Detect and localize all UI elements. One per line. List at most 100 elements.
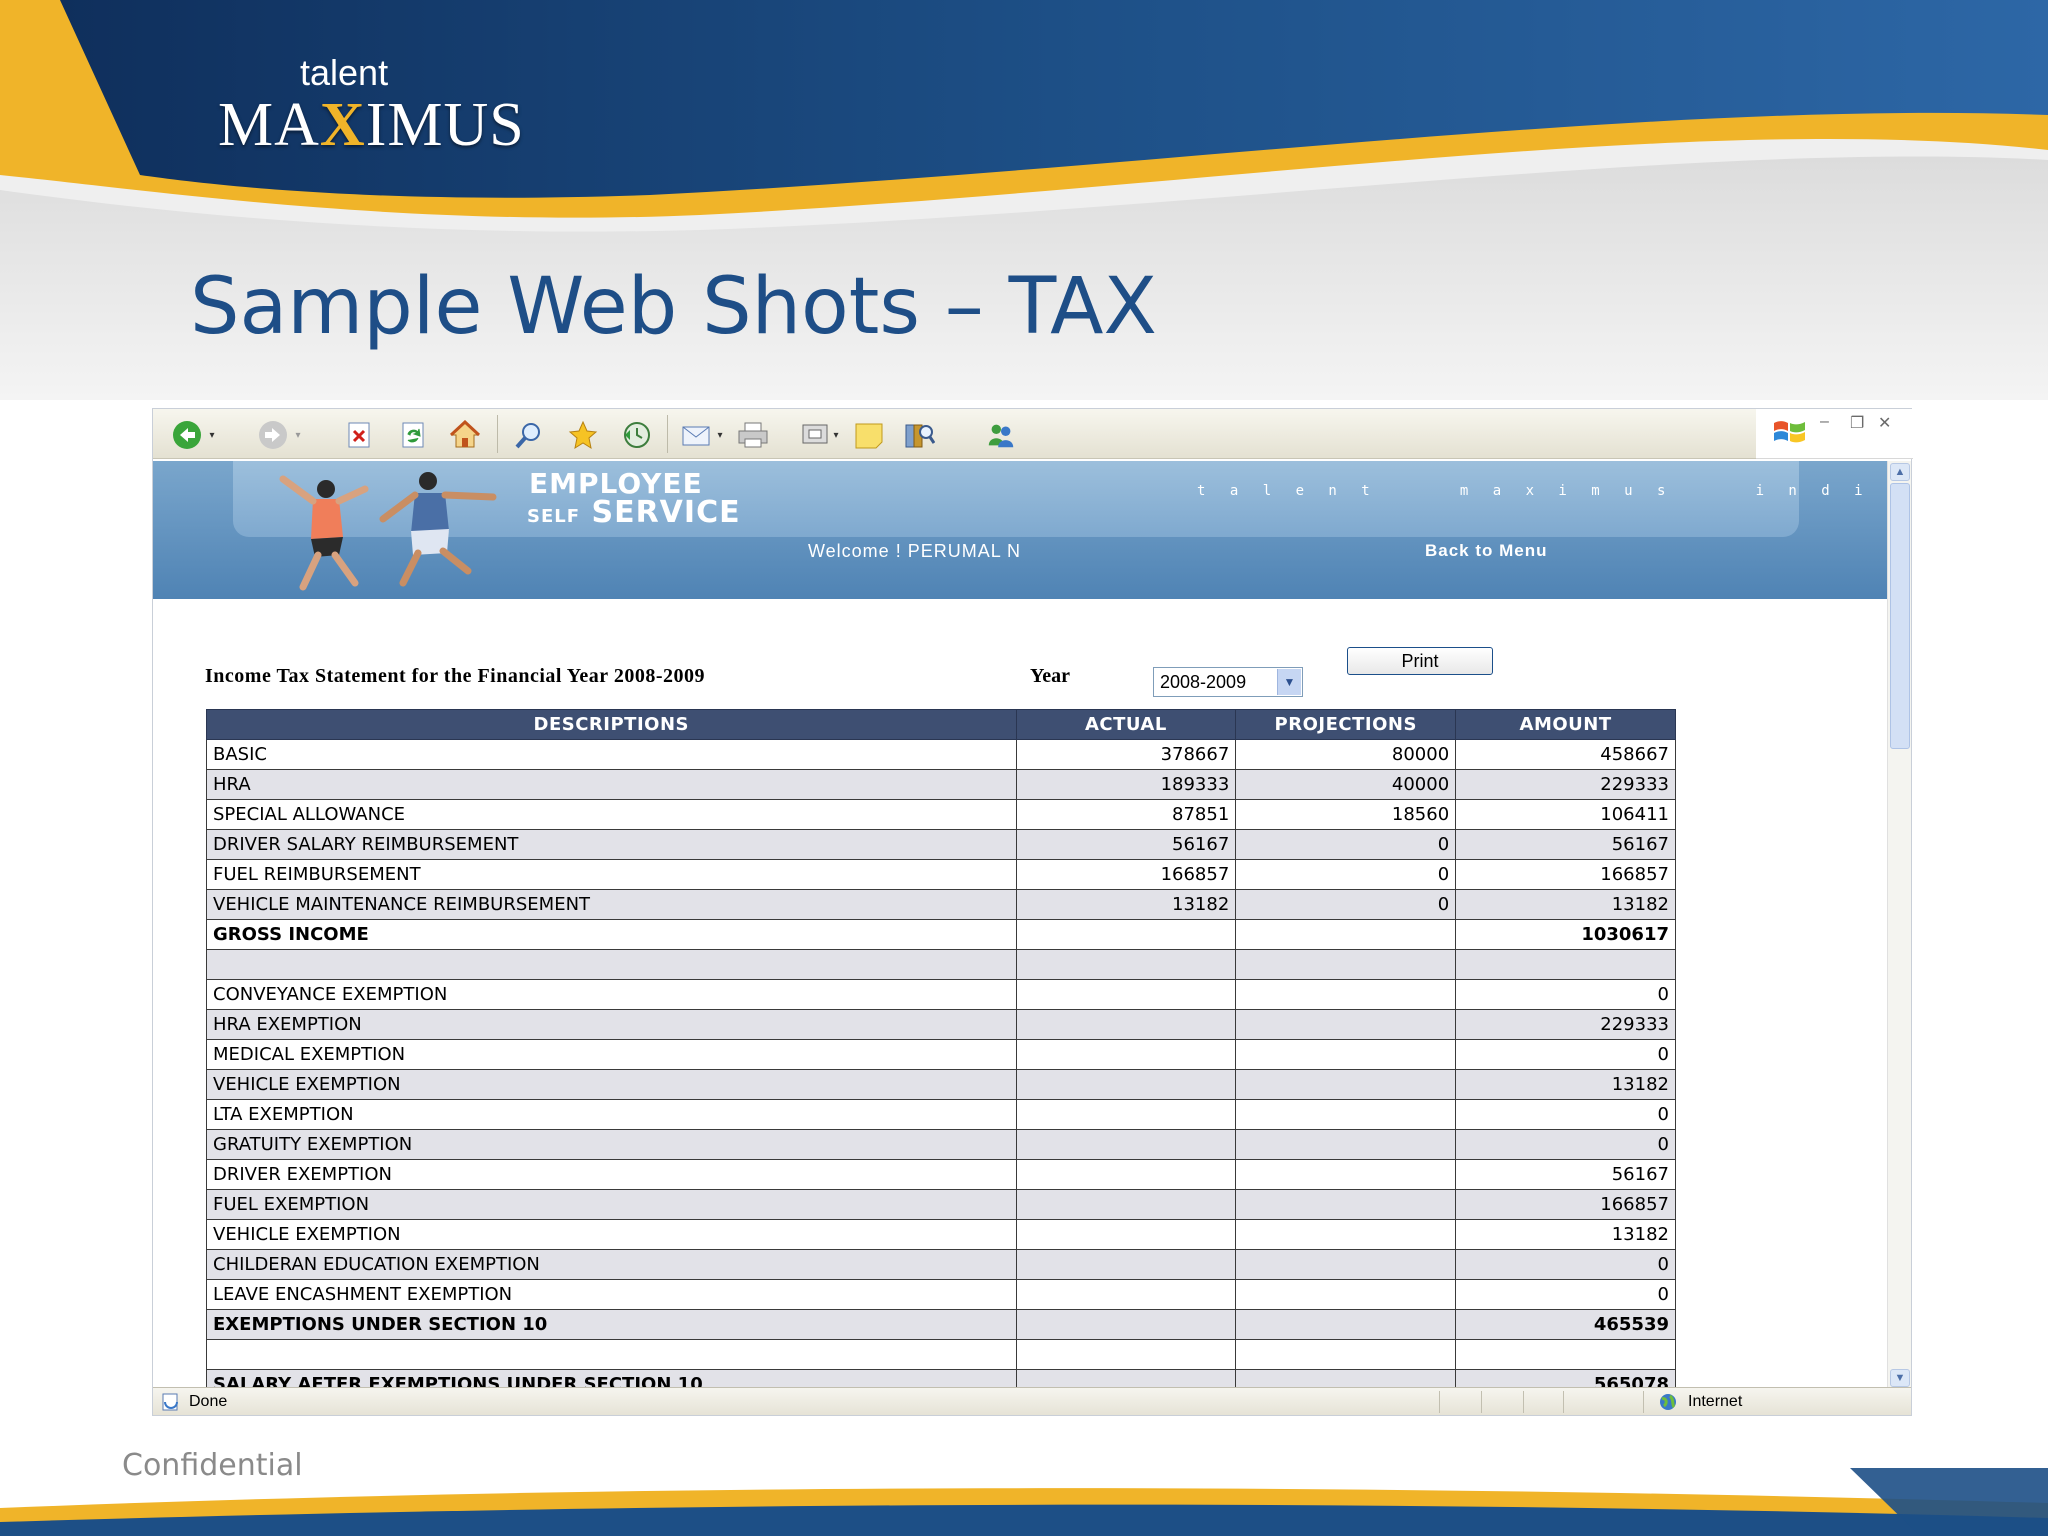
table-row: HRA 189333 40000 229333 (206, 769, 1676, 800)
browser-toolbar: ▾ ▾ ▾ ▾ (153, 409, 1756, 459)
vertical-scrollbar[interactable]: ▲ ▼ (1887, 461, 1911, 1387)
cell-amount: 0 (1455, 1279, 1676, 1310)
minimize-icon[interactable]: – (1820, 413, 1829, 431)
jumping-people-icon (279, 472, 497, 591)
table-row: HRA EXEMPTION 229333 (206, 1009, 1676, 1040)
cell-amount: 13182 (1455, 1069, 1676, 1100)
ess-title-self: SELF (527, 506, 581, 527)
cell-actual (1015, 979, 1237, 1010)
logo-big-text: MAXIMUS (218, 90, 525, 161)
notes-icon[interactable] (853, 419, 885, 451)
cell-projection: 18560 (1235, 799, 1457, 830)
cell-actual (1015, 1309, 1237, 1340)
page-done-icon (162, 1393, 178, 1411)
table-row: CHILDERAN EDUCATION EXEMPTION 0 (206, 1249, 1676, 1280)
forward-icon[interactable] (257, 419, 289, 451)
messenger-icon[interactable] (985, 419, 1017, 451)
cell-actual (1015, 919, 1237, 950)
back-icon[interactable] (171, 419, 203, 451)
cell-amount: 0 (1455, 979, 1676, 1010)
fullscreen-icon[interactable] (799, 419, 831, 451)
status-text: Done (189, 1393, 228, 1410)
cell-description: SALARY AFTER EXEMPTIONS UNDER SECTION 10 (206, 1369, 1017, 1387)
back-to-menu-link[interactable]: Back to Menu (1425, 541, 1548, 561)
cell-projection (1235, 1069, 1457, 1100)
cell-projection (1235, 1039, 1457, 1070)
cell-projection (1235, 1099, 1457, 1130)
search-icon[interactable] (513, 419, 545, 451)
cell-description: VEHICLE EXEMPTION (206, 1219, 1017, 1250)
cell-projection (1235, 949, 1457, 980)
close-icon[interactable]: ✕ (1878, 413, 1891, 433)
header-descriptions: DESCRIPTIONS (206, 709, 1017, 740)
cell-description: FUEL REIMBURSEMENT (206, 859, 1017, 890)
table-row: VEHICLE MAINTENANCE REIMBURSEMENT 13182 0 1… (206, 889, 1676, 920)
tax-statement-table: DESCRIPTIONS ACTUAL PROJECTIONS AMOUNT B… (206, 709, 1676, 1387)
refresh-icon[interactable] (397, 419, 429, 451)
cell-amount: 458667 (1455, 739, 1676, 770)
cell-description: GRATUITY EXEMPTION (206, 1129, 1017, 1160)
cell-actual (1015, 1369, 1237, 1387)
cell-amount: 1030617 (1455, 919, 1676, 950)
status-divider (1563, 1391, 1564, 1413)
cell-amount (1455, 1339, 1676, 1370)
restore-icon[interactable]: ❐ (1850, 413, 1864, 433)
ess-banner: EMPLOYEE SELF SERVICE t a l e n t m a x … (153, 461, 1887, 599)
status-divider (1643, 1391, 1644, 1413)
cell-actual: 189333 (1015, 769, 1237, 800)
cell-amount: 13182 (1455, 889, 1676, 920)
slide-header: talent MAXIMUS Sample Web Shots – TAX (0, 0, 2048, 400)
toolbar-separator (497, 415, 498, 453)
welcome-text: Welcome ! PERUMAL N (808, 541, 1022, 561)
year-select[interactable]: 2008-2009 ▼ (1153, 667, 1303, 697)
cell-description: LTA EXEMPTION (206, 1099, 1017, 1130)
forward-dropdown-icon[interactable]: ▾ (291, 419, 305, 451)
cell-actual (1015, 949, 1237, 980)
history-icon[interactable] (621, 419, 653, 451)
favorites-icon[interactable] (567, 419, 599, 451)
scroll-thumb[interactable] (1890, 483, 1910, 749)
cell-description: FUEL EXEMPTION (206, 1189, 1017, 1220)
window-controls-area: – ❐ ✕ (1756, 409, 1913, 459)
print-icon[interactable] (737, 419, 769, 451)
cell-actual (1015, 1189, 1237, 1220)
cell-amount: 13182 (1455, 1219, 1676, 1250)
cell-amount: 166857 (1455, 1189, 1676, 1220)
status-divider (1523, 1391, 1524, 1413)
cell-amount: 465539 (1455, 1309, 1676, 1340)
cell-amount: 229333 (1455, 769, 1676, 800)
cell-description: DRIVER SALARY REIMBURSEMENT (206, 829, 1017, 860)
cell-projection (1235, 1309, 1457, 1340)
cell-amount: 0 (1455, 1099, 1676, 1130)
cell-amount: 166857 (1455, 859, 1676, 890)
mail-icon[interactable] (681, 419, 713, 451)
cell-projection: 0 (1235, 829, 1457, 860)
cell-description: VEHICLE MAINTENANCE REIMBURSEMENT (206, 889, 1017, 920)
fullscreen-dropdown-icon[interactable]: ▾ (829, 419, 843, 451)
logo-big-x: X (319, 91, 366, 159)
chevron-down-icon[interactable]: ▼ (1277, 669, 1301, 695)
scroll-up-icon[interactable]: ▲ (1890, 463, 1910, 481)
cell-description: LEAVE ENCASHMENT EXEMPTION (206, 1279, 1017, 1310)
cell-amount (1455, 949, 1676, 980)
cell-actual: 56167 (1015, 829, 1237, 860)
scroll-down-icon[interactable]: ▼ (1890, 1369, 1910, 1387)
cell-amount: 565078 (1455, 1369, 1676, 1387)
home-icon[interactable] (449, 419, 481, 451)
cell-actual (1015, 1279, 1237, 1310)
cell-description: MEDICAL EXEMPTION (206, 1039, 1017, 1070)
stop-icon[interactable] (343, 419, 375, 451)
table-row: SPECIAL ALLOWANCE 87851 18560 106411 (206, 799, 1676, 830)
research-icon[interactable] (903, 419, 935, 451)
cell-actual (1015, 1009, 1237, 1040)
cell-amount: 56167 (1455, 1159, 1676, 1190)
back-dropdown-icon[interactable]: ▾ (205, 419, 219, 451)
mail-dropdown-icon[interactable]: ▾ (713, 419, 727, 451)
cell-amount: 0 (1455, 1249, 1676, 1280)
print-button[interactable]: Print (1347, 647, 1493, 675)
table-row: VEHICLE EXEMPTION 13182 (206, 1219, 1676, 1250)
table-row-spacer (206, 1339, 1676, 1370)
cell-projection: 80000 (1235, 739, 1457, 770)
cell-amount: 106411 (1455, 799, 1676, 830)
gross-income-row: GROSS INCOME 1030617 (206, 919, 1676, 950)
